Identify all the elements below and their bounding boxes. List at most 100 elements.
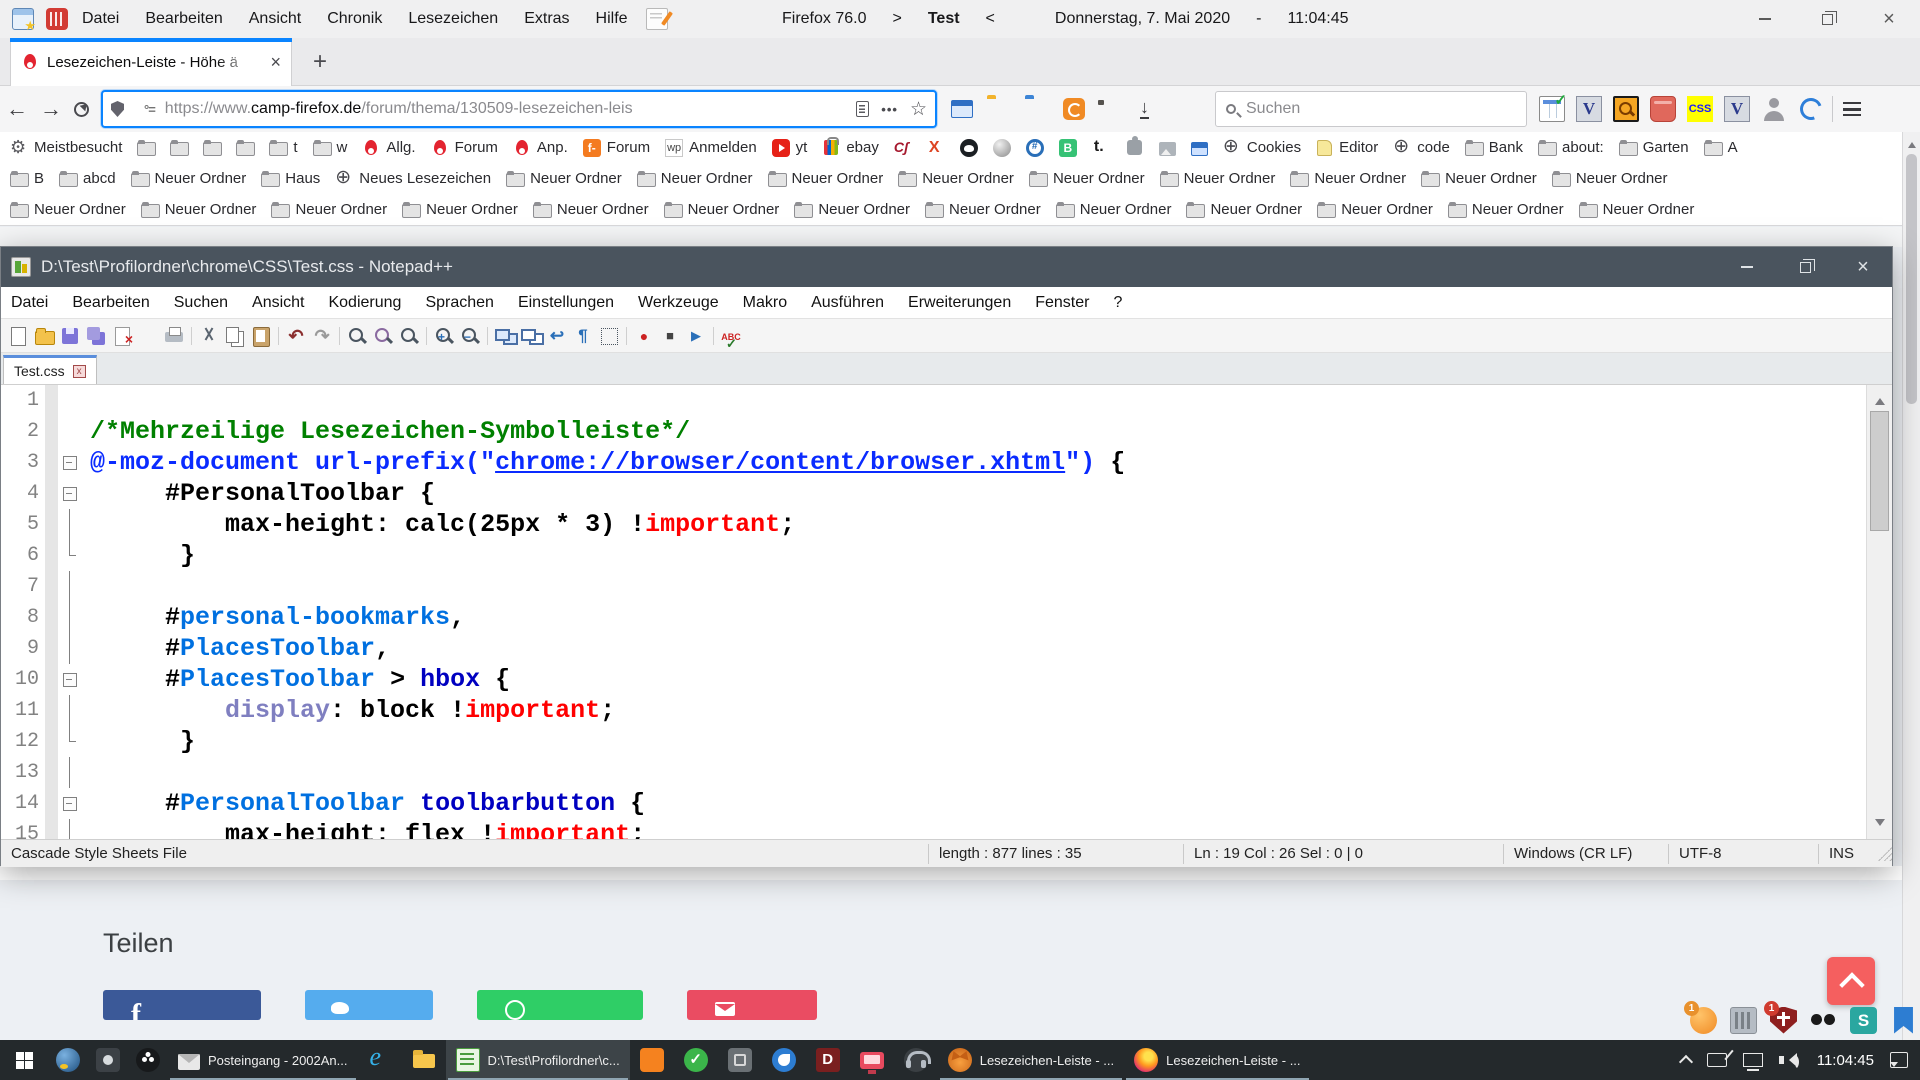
npp-toolbar-icon[interactable]: [719, 324, 743, 348]
task-button[interactable]: Posteingang - 2002An...: [168, 1040, 358, 1080]
bookmark-item[interactable]: Anp.: [513, 139, 568, 157]
share-mail-button[interactable]: [687, 990, 817, 1020]
tray-overflow-icon[interactable]: 1: [1690, 1007, 1717, 1034]
bookmark-item[interactable]: Forum: [583, 139, 650, 157]
tab-close-icon[interactable]: ×: [270, 53, 281, 71]
bookmark-window-icon[interactable]: [12, 8, 34, 30]
npp-restore-button[interactable]: [1776, 247, 1834, 287]
addon-icon[interactable]: [1613, 96, 1639, 122]
bookmark-item[interactable]: Cookies: [1223, 139, 1301, 157]
bookmark-item[interactable]: Neuer Ordner: [1552, 169, 1668, 189]
bookmark-star-icon[interactable]: ☆: [910, 98, 927, 121]
bookmark-item[interactable]: Neuer Ordner: [1317, 200, 1433, 220]
fold-marker[interactable]: [58, 788, 84, 819]
blue-folder-icon[interactable]: [1025, 99, 1049, 119]
bookmark-item[interactable]: [1191, 140, 1208, 156]
npp-menu-item[interactable]: ?: [1113, 294, 1122, 312]
npp-toolbar-icon[interactable]: [632, 324, 656, 348]
npp-toolbar-icon[interactable]: [371, 324, 395, 348]
brush-icon[interactable]: [1099, 99, 1123, 119]
task-button[interactable]: Lesezeichen-Leiste - ...: [1124, 1040, 1310, 1080]
red-grid-app-icon[interactable]: [46, 8, 68, 30]
status-insert-mode[interactable]: INS: [1819, 844, 1874, 864]
npp-toolbar-icon[interactable]: [223, 324, 247, 348]
bookmark-item[interactable]: [1092, 139, 1110, 157]
task-button[interactable]: [806, 1040, 850, 1080]
search-bar[interactable]: Suchen: [1215, 91, 1527, 127]
bookmark-item[interactable]: Neuer Ordner: [533, 200, 649, 220]
task-button[interactable]: [762, 1040, 806, 1080]
npp-toolbar-icon[interactable]: [249, 324, 273, 348]
menu-item[interactable]: Datei: [82, 10, 119, 28]
code-line[interactable]: 4 #PersonalToolbar {: [1, 478, 1892, 509]
bookmark-item[interactable]: Neuer Ordner: [1029, 169, 1145, 189]
bookmark-item[interactable]: about:: [1538, 138, 1604, 158]
menu-item[interactable]: Bearbeiten: [145, 10, 222, 28]
npp-close-button[interactable]: ×: [1834, 247, 1892, 287]
npp-toolbar-icon[interactable]: [710, 324, 717, 348]
bookmark-item[interactable]: Neues Lesezeichen: [335, 170, 491, 188]
share-whatsapp-button[interactable]: [477, 990, 643, 1020]
code-line[interactable]: 7: [1, 571, 1892, 602]
addon-icon[interactable]: [1687, 96, 1713, 122]
bookmark-item[interactable]: abcd: [59, 169, 116, 189]
bookmark-item[interactable]: Neuer Ordner: [1160, 169, 1276, 189]
npp-toolbar-icon[interactable]: [545, 324, 569, 348]
editor-scrollbar[interactable]: [1866, 385, 1892, 839]
npp-toolbar-icon[interactable]: [32, 324, 56, 348]
reload-icon[interactable]: [74, 102, 89, 117]
scrollbar-thumb[interactable]: [1906, 154, 1917, 404]
quick-launch-button[interactable]: [128, 1040, 168, 1080]
bookmark-item[interactable]: [236, 138, 254, 158]
bookmark-item[interactable]: [894, 139, 912, 157]
back-icon[interactable]: ←: [0, 96, 34, 122]
menu-item[interactable]: Hilfe: [596, 10, 628, 28]
npp-toolbar-icon[interactable]: [58, 324, 82, 348]
npp-toolbar-icon[interactable]: [658, 324, 682, 348]
bookmark-item[interactable]: code: [1393, 139, 1450, 157]
npp-menu-item[interactable]: Einstellungen: [518, 294, 614, 312]
quick-launch-button[interactable]: [48, 1040, 88, 1080]
npp-toolbar-icon[interactable]: −: [458, 324, 482, 348]
tracking-shield-icon[interactable]: [111, 101, 124, 117]
share-facebook-button[interactable]: [103, 990, 261, 1020]
code-line[interactable]: 13: [1, 757, 1892, 788]
npp-document-tab[interactable]: Test.css x: [3, 355, 97, 384]
code-line[interactable]: 11 display: block !important;: [1, 695, 1892, 726]
restore-button[interactable]: [1796, 0, 1858, 38]
npp-toolbar-icon[interactable]: [336, 324, 343, 348]
tray-overflow-icon[interactable]: [1730, 1007, 1757, 1034]
npp-toolbar-icon[interactable]: [345, 324, 369, 348]
start-button[interactable]: [0, 1040, 48, 1080]
code-line[interactable]: 3@-moz-document url-prefix("chrome://bro…: [1, 447, 1892, 478]
new-tab-button[interactable]: +: [305, 48, 335, 78]
status-eol-format[interactable]: Windows (CR LF): [1504, 844, 1669, 864]
npp-toolbar-icon[interactable]: [423, 324, 430, 348]
npp-toolbar-icon[interactable]: [684, 324, 708, 348]
code-line[interactable]: 8 #personal-bookmarks,: [1, 602, 1892, 633]
npp-toolbar-icon[interactable]: [284, 324, 308, 348]
code-line[interactable]: 1: [1, 385, 1892, 416]
tray-clock[interactable]: 11:04:45: [1817, 1052, 1874, 1069]
npp-toolbar-icon[interactable]: [571, 324, 595, 348]
tray-overflow-icon[interactable]: [1890, 1007, 1917, 1034]
reader-mode-icon[interactable]: [856, 101, 869, 117]
hamburger-menu-icon[interactable]: [1843, 102, 1861, 116]
tray-overflow-icon[interactable]: [1850, 1007, 1877, 1034]
menu-item[interactable]: Lesezeichen: [408, 10, 498, 28]
npp-toolbar-icon[interactable]: [275, 324, 282, 348]
minimize-button[interactable]: [1734, 0, 1796, 38]
npp-toolbar-icon[interactable]: [493, 324, 517, 348]
bookmark-item[interactable]: [1159, 140, 1176, 156]
bookmark-item[interactable]: Haus: [261, 169, 320, 189]
npp-menu-item[interactable]: Kodierung: [328, 294, 401, 312]
forward-icon[interactable]: →: [34, 96, 68, 122]
code-line[interactable]: 10 #PlacesToolbar > hbox {: [1, 664, 1892, 695]
task-button[interactable]: [402, 1040, 446, 1080]
addon-icon[interactable]: [1539, 96, 1565, 122]
task-button[interactable]: [718, 1040, 762, 1080]
permissions-icon[interactable]: °=: [144, 102, 155, 117]
npp-tab-close-icon[interactable]: x: [73, 365, 86, 378]
page-scrollbar[interactable]: [1902, 132, 1920, 1040]
menu-item[interactable]: Extras: [524, 10, 569, 28]
